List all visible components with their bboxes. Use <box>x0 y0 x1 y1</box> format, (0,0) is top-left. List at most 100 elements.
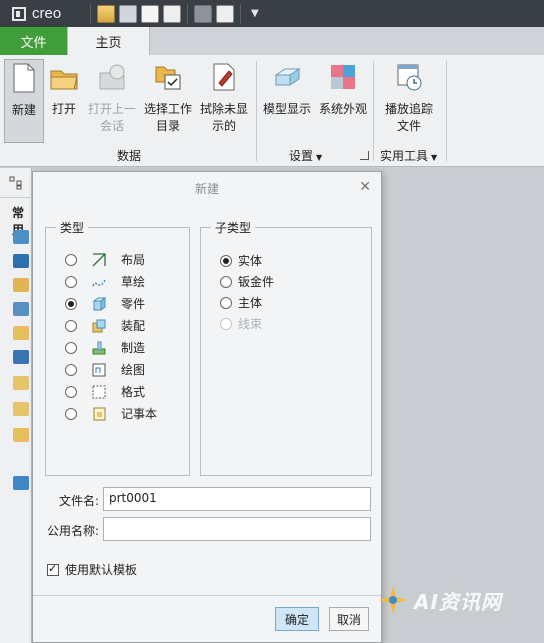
select-working-dir-button[interactable]: 选择工作 目录 <box>141 59 195 143</box>
dialog-title: 新建 <box>194 181 219 196</box>
type-option-format[interactable]: 格式 <box>65 383 145 400</box>
drawing-icon <box>92 363 106 376</box>
favorites-folder-icon[interactable] <box>13 402 29 416</box>
sketch-icon <box>92 279 106 286</box>
panel-tree-icon[interactable] <box>0 168 32 198</box>
select-working-dir-label-2: 目录 <box>155 119 180 133</box>
radio-button[interactable] <box>220 275 232 288</box>
radio-button[interactable] <box>65 385 77 398</box>
type-group-legend: 类型 <box>60 221 85 235</box>
customize-qat-dropdown-icon[interactable]: ▼ <box>251 8 259 19</box>
open-folder-icon[interactable] <box>97 4 115 23</box>
ribbon-tabs: 文件 主页 <box>0 27 544 55</box>
type-option-drawing[interactable]: 绘图 <box>65 361 145 378</box>
radio-button-selected[interactable] <box>220 254 232 267</box>
manufacturing-icon <box>92 341 106 354</box>
watermark-text: AI资讯网 <box>414 589 502 614</box>
type-option-label: 记事本 <box>121 407 158 421</box>
system-appearance-label: 系统外观 <box>318 102 367 116</box>
format-icon <box>92 385 106 398</box>
creo-logo-text: creo <box>32 5 62 22</box>
ok-button[interactable]: 确定 <box>275 607 319 631</box>
group-separator <box>446 61 447 161</box>
qat-separator <box>240 3 241 24</box>
tab-home[interactable]: 主页 <box>67 27 150 55</box>
checkbox-checked[interactable] <box>47 562 59 576</box>
subtype-option-harness: 线束 <box>220 315 262 332</box>
model-display-button[interactable]: 模型显示 <box>260 59 314 143</box>
erase-not-displayed-label-2: 示的 <box>211 119 236 133</box>
erase-not-displayed-label-1: 拭除未显 <box>199 102 248 116</box>
close-window-icon[interactable] <box>216 4 234 23</box>
tree-icon <box>9 176 22 189</box>
use-default-template-label: 使用默认模板 <box>65 563 138 577</box>
play-trail-icon <box>397 64 422 91</box>
save-icon[interactable] <box>119 4 137 23</box>
new-doc-icon[interactable] <box>141 4 159 23</box>
radio-button[interactable] <box>65 407 77 420</box>
type-option-layout[interactable]: 布局 <box>65 251 145 268</box>
subtype-option-label: 主体 <box>238 296 263 310</box>
session-folder-icon[interactable] <box>13 376 29 390</box>
common-name-input[interactable] <box>103 517 371 541</box>
type-option-manufacturing[interactable]: 制造 <box>65 339 145 356</box>
open-button-label: 打开 <box>51 102 76 116</box>
desktop-icon[interactable] <box>13 230 29 244</box>
radio-button[interactable] <box>65 363 77 376</box>
subtype-option-body[interactable]: 主体 <box>220 294 262 311</box>
settings-group-label: 设置 <box>289 149 314 163</box>
ribbon: 新建 打开 打开上一 会话 选择工作 目录 拭除未显 示的 数据 模型显示 系统… <box>0 55 544 167</box>
radio-button[interactable] <box>65 341 77 354</box>
radio-button-selected[interactable] <box>65 297 77 310</box>
cancel-button[interactable]: 取消 <box>329 607 369 631</box>
radio-button[interactable] <box>65 253 77 266</box>
open-button[interactable]: 打开 <box>46 59 82 143</box>
subtype-option-solid[interactable]: 实体 <box>220 252 262 269</box>
computer-icon[interactable] <box>13 302 29 316</box>
monitor-icon[interactable] <box>13 254 29 268</box>
system-appearance-button[interactable]: 系统外观 <box>316 59 370 143</box>
open-last-session-button[interactable]: 打开上一 会话 <box>86 59 138 143</box>
utilities-group-label: 实用工具 <box>380 149 429 163</box>
documents-icon[interactable] <box>13 278 29 292</box>
qat-separator <box>90 3 91 24</box>
window-icon[interactable] <box>163 4 181 23</box>
group-label-utilities[interactable]: 实用工具 ▼ <box>380 147 437 164</box>
group-separator <box>256 61 257 161</box>
radio-button[interactable] <box>65 319 77 332</box>
dialog-launcher-icon[interactable] <box>360 151 369 160</box>
type-option-label: 制造 <box>121 341 146 355</box>
notebook-icon <box>93 407 106 420</box>
network-icon[interactable] <box>13 350 29 364</box>
folder-icon[interactable] <box>13 428 29 442</box>
model-display-label: 模型显示 <box>262 102 311 116</box>
radio-button[interactable] <box>220 296 232 309</box>
use-default-template-checkbox[interactable]: 使用默认模板 <box>47 561 137 578</box>
erase-not-displayed-button[interactable]: 拭除未显 示的 <box>197 59 251 143</box>
type-option-notebook[interactable]: 记事本 <box>65 405 157 422</box>
close-icon[interactable]: ✕ <box>359 179 371 195</box>
file-name-input[interactable]: prt0001 <box>103 487 371 511</box>
subtype-option-label: 线束 <box>238 317 263 331</box>
file-name-label: 文件名: <box>58 494 99 508</box>
connect-icon[interactable] <box>13 476 29 490</box>
last-session-icon <box>99 64 125 90</box>
working-dir-folder-icon[interactable] <box>13 326 29 340</box>
common-name-label: 公用名称: <box>46 524 99 538</box>
radio-button[interactable] <box>65 275 77 288</box>
type-option-part[interactable]: 零件 <box>65 295 145 312</box>
creo-logo-mark-icon <box>12 6 26 21</box>
subtype-option-sheetmetal[interactable]: 钣金件 <box>220 273 274 290</box>
group-label-data: 数据 <box>117 149 142 163</box>
regenerate-icon[interactable] <box>194 4 212 23</box>
tab-file[interactable]: 文件 <box>0 27 67 55</box>
type-option-label: 布局 <box>121 253 146 267</box>
system-appearance-icon <box>331 65 355 89</box>
assembly-icon <box>92 319 106 332</box>
new-button[interactable]: 新建 <box>4 59 44 143</box>
open-folder-icon <box>50 70 78 90</box>
group-label-settings[interactable]: 设置 ▼ <box>289 147 322 164</box>
type-option-sketch[interactable]: 草绘 <box>65 273 145 290</box>
play-trail-file-button[interactable]: 播放追踪 文件 <box>381 59 437 143</box>
type-option-assembly[interactable]: 装配 <box>65 317 145 334</box>
